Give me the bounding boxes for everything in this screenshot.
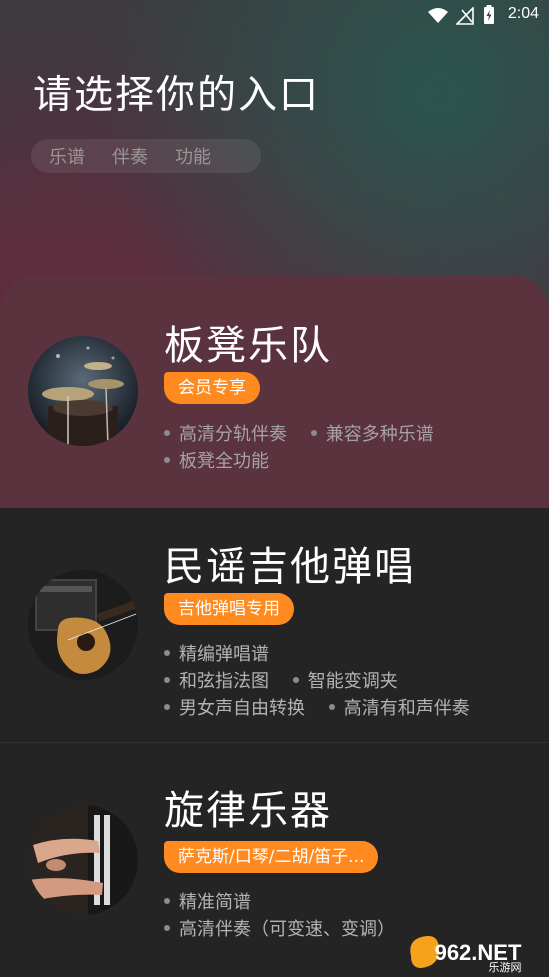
bullet-icon [164,650,170,656]
feature-item: 男女声自由转换 [179,698,305,719]
feature-item: 和弦指法图 [179,671,269,692]
entry-card-band[interactable]: 板凳乐队 会员专享 高清分轨伴奏 兼容多种乐谱 板凳全功能 [0,275,549,508]
feature-item: 板凳全功能 [179,451,269,472]
badge-instrument-list: 萨克斯/口琴/二胡/笛子... [164,841,379,873]
card-title-band: 板凳乐队 [164,323,332,369]
feature-row: 和弦指法图 智能变调夹 [164,667,398,693]
feature-item: 高清伴奏（可变速、变调） [179,919,395,940]
keyboard-hands-image [28,805,138,915]
bullet-icon [164,430,170,436]
bullet-icon [164,898,170,904]
drum-kit-image [28,336,138,446]
status-bar: 2:04 [0,0,549,32]
badge-guitar-only: 吉他弹唱专用 [164,593,294,625]
tab-accompaniment[interactable]: 伴奏 [112,143,148,169]
feature-row: 男女声自由转换 高清有和声伴奏 [164,694,470,720]
wifi-icon [428,8,448,23]
bullet-icon [164,677,170,683]
bullet-icon [328,704,335,710]
bullet-icon [164,925,170,931]
badge-members-only: 会员专享 [164,372,260,404]
category-tabs: 乐谱 伴奏 功能 [31,139,261,173]
site-watermark-logo: 962.NET 乐游网 [410,935,522,974]
feature-row: 高清分轨伴奏 兼容多种乐谱 [164,420,434,446]
bullet-icon [310,430,317,436]
guitar-image [28,570,138,680]
feature-item: 精编弹唱谱 [179,644,269,665]
feature-row: 高清伴奏（可变速、变调） [164,915,395,941]
card-title-folk-guitar: 民谣吉他弹唱 [164,544,416,590]
feature-row: 精准简谱 [164,888,251,914]
bullet-icon [164,457,170,463]
feature-item: 精准简谱 [179,892,251,913]
card-title-melody-instruments: 旋律乐器 [164,788,332,834]
bullet-icon [164,704,170,710]
feature-row: 板凳全功能 [164,447,269,473]
feature-item: 高清分轨伴奏 [179,424,287,445]
no-signal-icon [456,7,474,25]
tab-sheet-music[interactable]: 乐谱 [49,143,85,169]
feature-row: 精编弹唱谱 [164,640,269,666]
feature-item: 智能变调夹 [307,671,398,692]
feature-item: 兼容多种乐谱 [325,424,434,445]
page-title: 请选择你的入口 [33,73,321,118]
bullet-icon [292,677,299,683]
entry-card-folk-guitar[interactable]: 民谣吉他弹唱 吉他弹唱专用 精编弹唱谱 和弦指法图 智能变调夹 男女声自由转换 … [0,508,549,742]
status-time: 2:04 [507,5,539,22]
battery-charging-icon [484,5,494,24]
tab-functions[interactable]: 功能 [175,143,211,169]
watermark-sub-text: 乐游网 [489,961,522,974]
feature-item: 高清有和声伴奏 [343,698,470,719]
